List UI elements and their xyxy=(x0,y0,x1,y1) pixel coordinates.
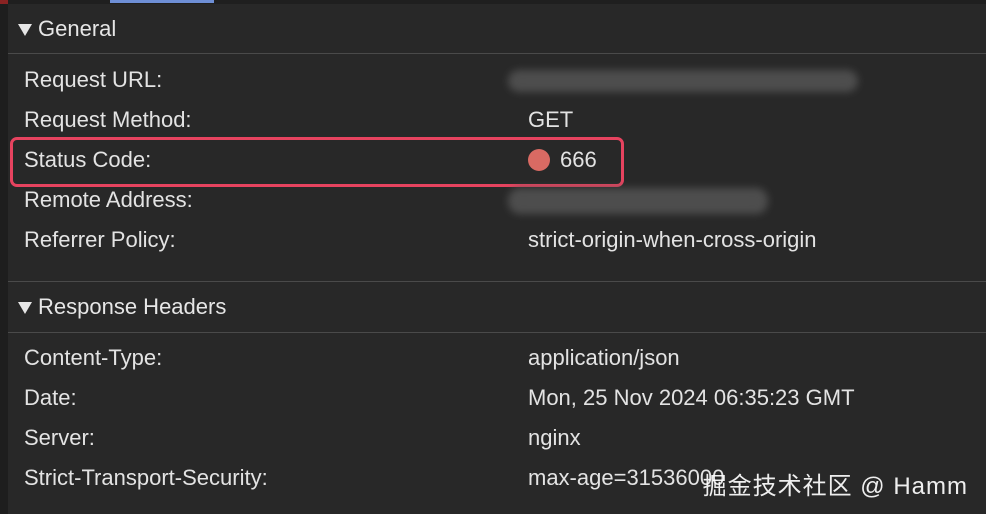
referrer-policy-row: Referrer Policy: strict-origin-when-cros… xyxy=(24,220,974,260)
date-row: Date: Mon, 25 Nov 2024 06:35:23 GMT xyxy=(24,378,974,418)
redacted-url xyxy=(508,70,858,92)
response-headers-section-title: Response Headers xyxy=(38,294,227,319)
referrer-policy-value: strict-origin-when-cross-origin xyxy=(528,227,817,252)
collapse-triangle-icon[interactable] xyxy=(18,302,32,314)
active-tab-underline xyxy=(110,0,214,3)
referrer-policy-key: Referrer Policy: xyxy=(24,227,176,252)
response-headers-section-header[interactable]: Response Headers xyxy=(8,281,986,333)
content-type-row: Content-Type: application/json xyxy=(24,338,974,378)
general-section-title: General xyxy=(38,15,117,41)
redacted-address xyxy=(508,188,768,214)
request-method-key: Request Method: xyxy=(24,107,192,132)
strict-transport-security-key: Strict-Transport-Security: xyxy=(24,465,268,490)
watermark: 掘金技术社区 @ Hamm xyxy=(702,473,968,500)
server-row: Server: nginx xyxy=(24,418,974,458)
general-section-header[interactable]: General xyxy=(8,4,986,54)
remote-address-row: Remote Address: xyxy=(24,180,974,220)
content-type-key: Content-Type: xyxy=(24,345,163,370)
server-value: nginx xyxy=(528,425,581,450)
content-type-value: application/json xyxy=(528,345,680,370)
request-method-value: GET xyxy=(528,107,574,132)
date-value: Mon, 25 Nov 2024 06:35:23 GMT xyxy=(528,385,855,410)
date-key: Date: xyxy=(24,385,77,410)
left-gutter xyxy=(0,4,8,514)
server-key: Server: xyxy=(24,425,95,450)
strict-transport-security-value: max-age=31536000 xyxy=(528,465,725,490)
request-method-row: Request Method: GET xyxy=(24,100,974,140)
collapse-triangle-icon[interactable] xyxy=(18,23,32,36)
remote-address-key: Remote Address: xyxy=(24,187,193,212)
request-url-key: Request URL: xyxy=(24,67,163,92)
